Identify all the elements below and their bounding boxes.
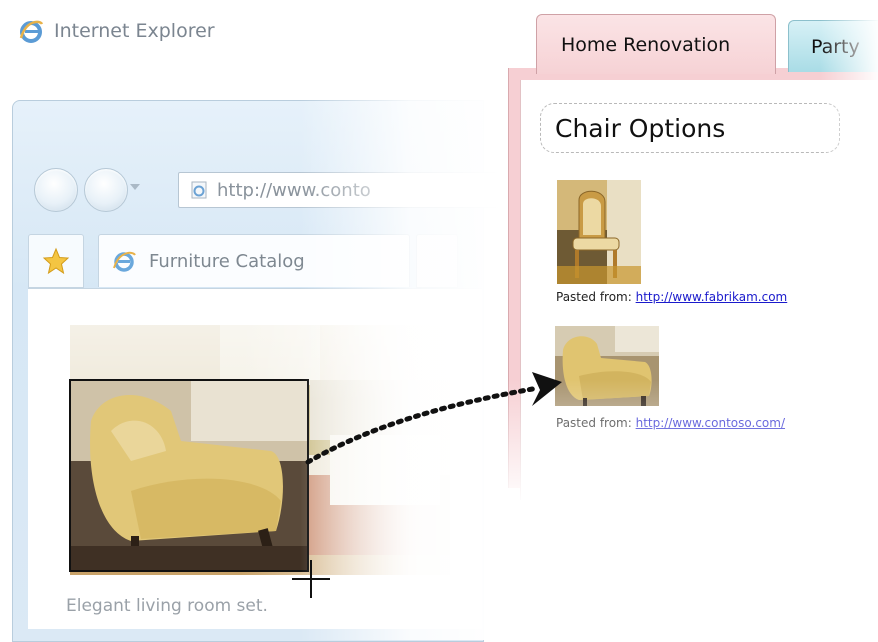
tab-party[interactable]: Party bbox=[788, 20, 878, 72]
new-tab-button[interactable] bbox=[416, 234, 458, 288]
browser-tab-row: Furniture Catalog bbox=[28, 234, 488, 288]
image-caption: Elegant living room set. bbox=[66, 596, 268, 616]
back-button[interactable] bbox=[34, 168, 78, 212]
notebook-section-tabs: Party Home Renovation bbox=[536, 14, 878, 74]
tab-furniture-catalog[interactable]: Furniture Catalog bbox=[98, 234, 410, 287]
chair-clip-image-2 bbox=[555, 326, 659, 406]
crosshair-cursor-icon bbox=[292, 560, 330, 598]
forward-button[interactable] bbox=[84, 168, 128, 212]
address-bar[interactable]: http://www.conto bbox=[178, 172, 500, 208]
source-link-2[interactable]: http://www.contoso.com/ bbox=[636, 416, 785, 430]
ie-logo-icon bbox=[18, 18, 44, 44]
tab-home-renovation[interactable]: Home Renovation bbox=[536, 14, 776, 74]
address-url: http://www.conto bbox=[217, 179, 371, 201]
navigation-bar: http://www.conto bbox=[20, 164, 500, 214]
page-title[interactable]: Chair Options bbox=[540, 103, 840, 153]
dotted-arrow bbox=[305, 372, 562, 465]
pasted-label: Pasted from: bbox=[556, 290, 632, 304]
selection-rectangle[interactable] bbox=[69, 379, 309, 572]
pasted-from-1: Pasted from: http://www.fabrikam.com bbox=[556, 290, 787, 304]
chair-clip-image-1 bbox=[557, 180, 641, 284]
browser-title-bar: Internet Explorer bbox=[18, 18, 215, 44]
favorites-button[interactable] bbox=[28, 234, 84, 288]
source-link-1[interactable]: http://www.fabrikam.com bbox=[636, 290, 788, 304]
page-icon bbox=[189, 180, 209, 200]
tab-label: Furniture Catalog bbox=[149, 250, 305, 272]
ie-tab-icon bbox=[111, 248, 137, 274]
favorites-star-icon bbox=[42, 247, 70, 275]
page-title-text: Chair Options bbox=[555, 113, 726, 143]
tab-label: Party bbox=[811, 35, 860, 58]
history-dropdown-icon[interactable] bbox=[130, 184, 140, 190]
tab-label: Home Renovation bbox=[561, 33, 731, 56]
browser-title: Internet Explorer bbox=[54, 20, 215, 42]
pasted-from-2: Pasted from: http://www.contoso.com/ bbox=[556, 416, 785, 430]
